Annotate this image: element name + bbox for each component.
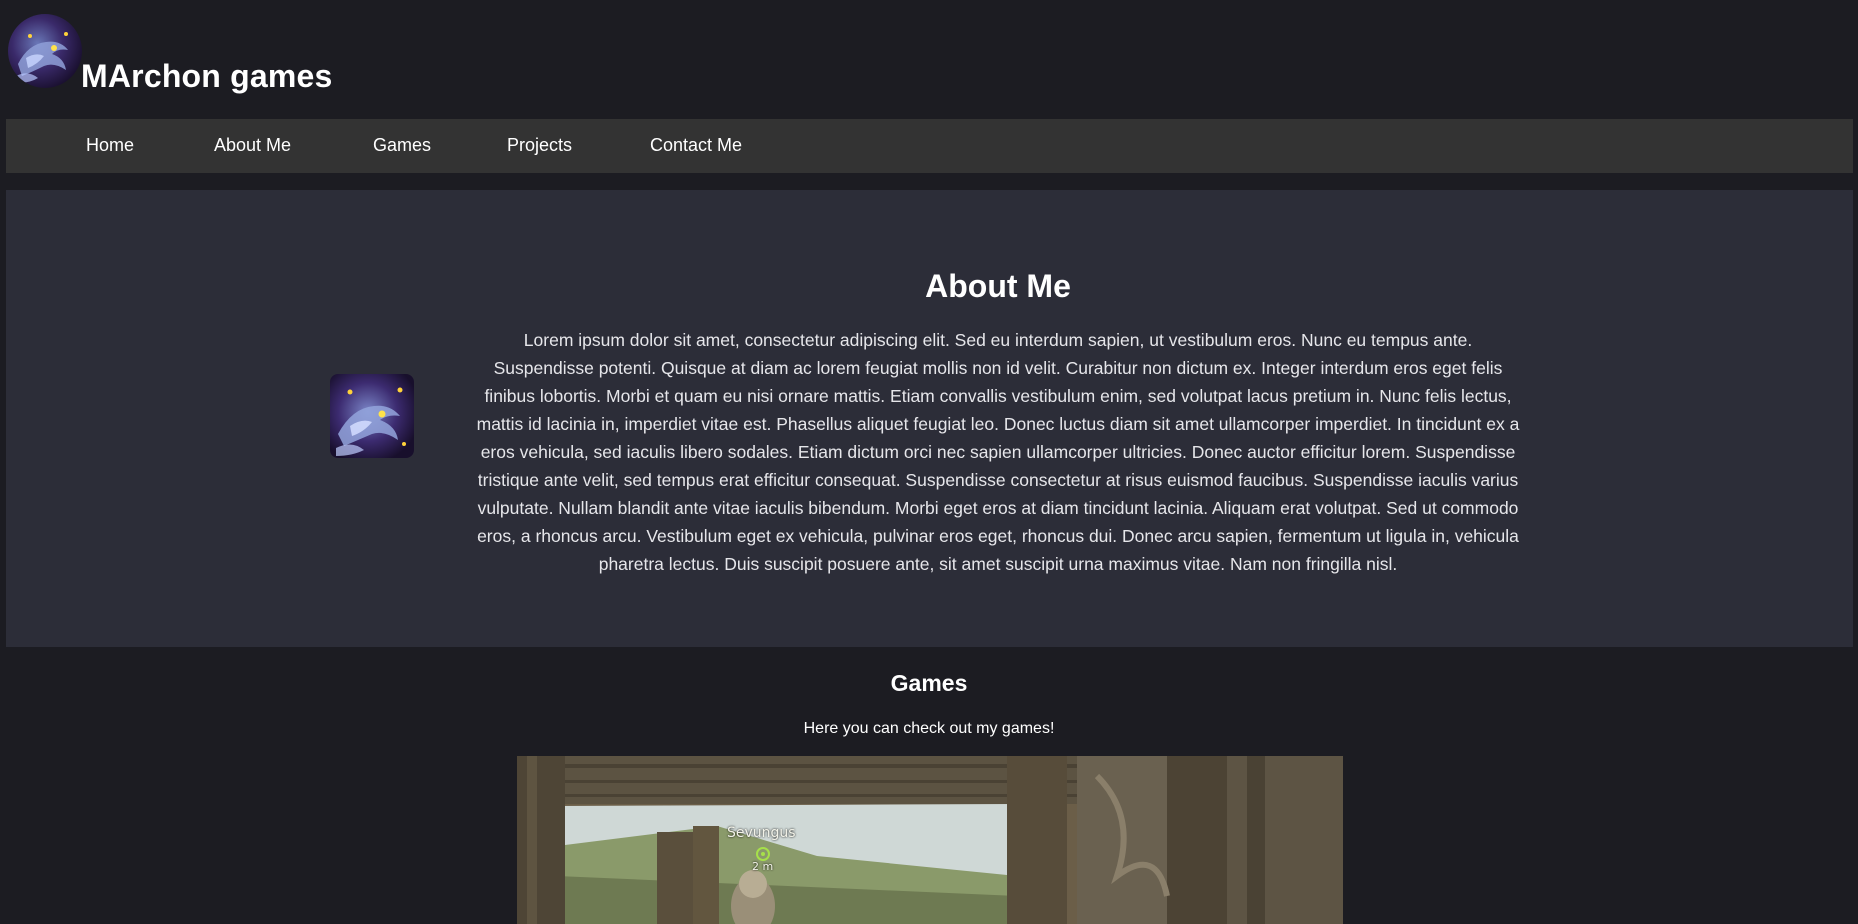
nav-item-contact-me[interactable]: Contact Me xyxy=(650,135,742,156)
dragon-avatar-icon xyxy=(330,374,414,458)
nav-item-games[interactable]: Games xyxy=(373,135,431,156)
about-text: Lorem ipsum dolor sit amet, consectetur … xyxy=(476,330,1520,574)
dragon-logo-icon[interactable] xyxy=(8,14,82,88)
about-section: About Me Lorem ipsum dolor sit amet, con… xyxy=(6,190,1853,647)
games-title: Games xyxy=(890,670,968,696)
about-title: About Me xyxy=(925,268,1071,304)
main-nav: Home About Me Games Projects Contact Me xyxy=(6,119,1853,173)
distance-label: 2 m xyxy=(752,860,774,873)
games-subtitle: Here you can check out my games! xyxy=(803,720,1055,737)
site-header: MArchon games xyxy=(0,0,1858,110)
game-screenshot[interactable]: Sevungus 2 m xyxy=(517,756,1343,924)
player-name-label: Sevungus xyxy=(727,825,796,841)
nav-item-about-me[interactable]: About Me xyxy=(214,135,291,156)
nav-item-home[interactable]: Home xyxy=(86,135,134,156)
nav-item-projects[interactable]: Projects xyxy=(507,135,572,156)
site-title: MArchon games xyxy=(81,58,333,94)
